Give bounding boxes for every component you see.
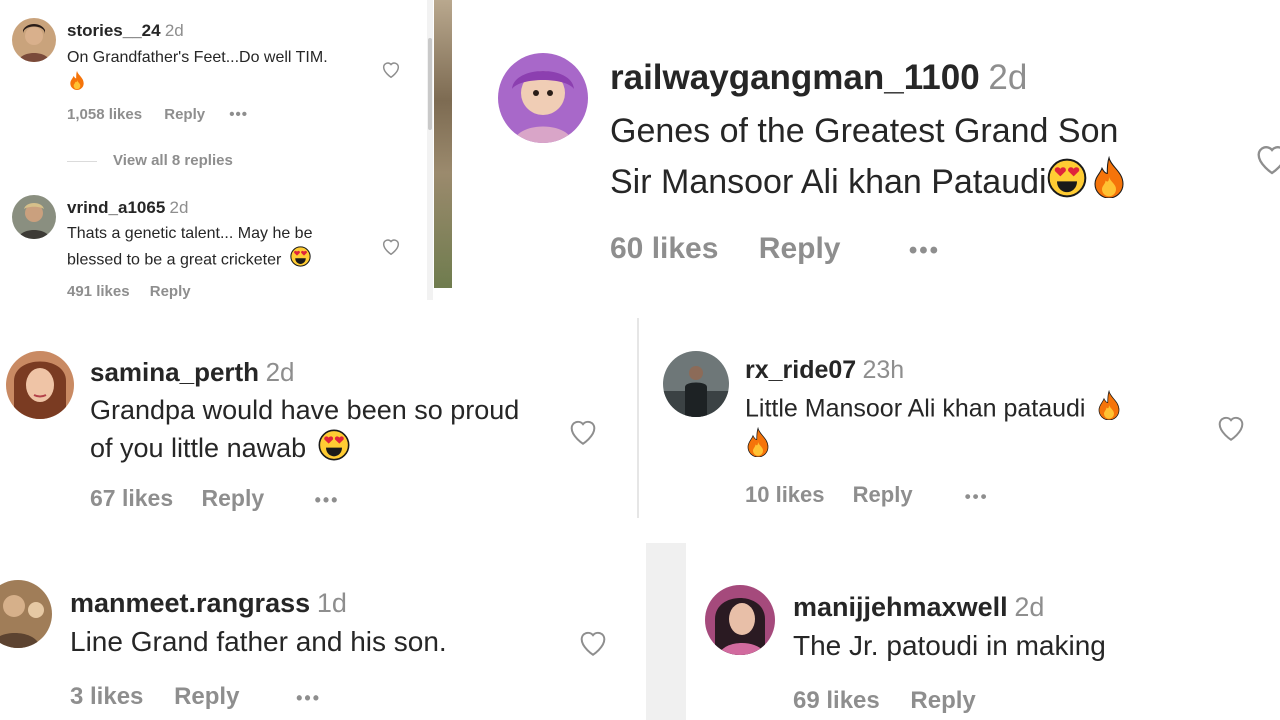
comment-header: vrind_a1065 2d <box>67 198 188 218</box>
heart-eyes-emoji-icon <box>1047 158 1087 198</box>
avatar[interactable] <box>12 195 56 239</box>
likes-count[interactable]: 67 likes <box>90 485 173 512</box>
comment-text-line: Sir Mansoor Ali khan Pataudi <box>610 162 1047 201</box>
heart-eyes-emoji-icon <box>318 429 350 461</box>
comment-actions: 491 likes Reply <box>67 283 191 300</box>
comment-text: Line Grand father and his son. <box>70 624 447 660</box>
scrollbar-thumb[interactable] <box>428 38 432 130</box>
reply-button[interactable]: Reply <box>759 232 841 266</box>
username-link[interactable]: manijjehmaxwell <box>793 592 1008 622</box>
timestamp[interactable]: 23h <box>862 356 904 384</box>
timestamp[interactable]: 2d <box>988 58 1027 97</box>
comment-panel-6: manijjehmaxwell 2d The Jr. patoudi in mak… <box>686 545 1280 720</box>
comment-panel-3: samina_perth 2d Grandpa would have been s… <box>0 330 630 530</box>
fire-emoji-icon <box>68 70 86 90</box>
username-link[interactable]: stories__24 <box>67 21 161 40</box>
comment-text-line: The Jr. patoudi in making <box>793 630 1106 661</box>
likes-count[interactable]: 60 likes <box>610 232 718 266</box>
view-replies-button[interactable]: View all 8 replies <box>113 152 233 169</box>
like-heart-icon[interactable] <box>380 235 402 257</box>
reply-button[interactable]: Reply <box>910 687 975 715</box>
username-link[interactable]: vrind_a1065 <box>67 198 165 217</box>
reply-button[interactable]: Reply <box>164 106 205 123</box>
more-options-button[interactable]: ••• <box>315 490 340 511</box>
like-heart-icon[interactable] <box>1252 138 1280 178</box>
comment-header: rx_ride07 23h <box>745 356 904 385</box>
timestamp[interactable]: 1d <box>317 588 347 618</box>
comment-actions: 10 likes Reply ••• <box>745 482 989 508</box>
comment-item: vrind_a1065 2d Thats a genetic talent... … <box>0 190 430 310</box>
comment-text-line: Genes of the Greatest Grand Son <box>610 112 1119 150</box>
comment-header: manijjehmaxwell 2d <box>793 592 1044 623</box>
comment-header: stories__24 2d <box>67 21 184 41</box>
username-link[interactable]: manmeet.rangrass <box>70 588 310 618</box>
video-preview-strip <box>434 0 452 288</box>
reply-button[interactable]: Reply <box>174 683 239 711</box>
comment-text-line: Thats a genetic talent... May he be <box>67 225 313 242</box>
reply-button[interactable]: Reply <box>853 482 913 508</box>
comment-text-line: blessed to be a great cricketer <box>67 251 282 269</box>
heart-eyes-emoji-icon <box>290 246 311 267</box>
replies-divider <box>67 161 97 162</box>
panel-divider <box>637 318 639 518</box>
like-heart-icon[interactable] <box>1214 410 1248 444</box>
more-options-button[interactable]: ••• <box>229 106 248 123</box>
comment-actions: 69 likes Reply <box>793 687 976 715</box>
avatar[interactable] <box>705 585 775 655</box>
comment-actions: 67 likes Reply ••• <box>90 485 339 512</box>
likes-count[interactable]: 3 likes <box>70 683 143 711</box>
comment-text: Thats a genetic talent... May he be bles… <box>67 221 312 273</box>
comment-text: Little Mansoor Ali khan pataudi <box>745 390 1122 465</box>
username-link[interactable]: samina_perth <box>90 357 259 387</box>
reply-button[interactable]: Reply <box>150 283 191 300</box>
comment-panel-2: railwaygangman_1100 2d Genes of the Great… <box>452 0 1280 300</box>
comment-header: railwaygangman_1100 2d <box>610 58 1027 98</box>
likes-count[interactable]: 1,058 likes <box>67 106 142 123</box>
likes-count[interactable]: 491 likes <box>67 283 130 300</box>
comment-actions: 1,058 likes Reply ••• <box>67 106 248 123</box>
avatar[interactable] <box>0 580 52 648</box>
comment-text-line: of you little nawab <box>90 432 307 463</box>
timestamp[interactable]: 2d <box>1014 592 1044 622</box>
avatar[interactable] <box>6 351 74 419</box>
fire-emoji-icon <box>1096 390 1122 420</box>
comment-text-line: On Grandfather's Feet...Do well TIM. <box>67 49 328 66</box>
timestamp[interactable]: 2d <box>165 21 184 40</box>
like-heart-icon[interactable] <box>576 625 610 659</box>
fire-emoji-icon <box>1091 156 1127 198</box>
comment-header: manmeet.rangrass 1d <box>70 588 347 619</box>
username-link[interactable]: rx_ride07 <box>745 356 856 384</box>
avatar[interactable] <box>498 53 588 143</box>
comment-panel-5: manmeet.rangrass 1d Line Grand father and… <box>0 560 640 720</box>
comment-panel-4: rx_ride07 23h Little Mansoor Ali khan pat… <box>645 320 1280 515</box>
comment-text: On Grandfather's Feet...Do well TIM. <box>67 46 328 96</box>
fire-emoji-icon <box>745 427 771 458</box>
comment-panel-1: stories__24 2d On Grandfather's Feet...Do… <box>0 0 430 315</box>
timestamp[interactable]: 2d <box>170 198 189 217</box>
avatar[interactable] <box>663 351 729 417</box>
comment-actions: 60 likes Reply ••• <box>610 232 940 266</box>
more-options-button[interactable]: ••• <box>965 487 989 507</box>
avatar[interactable] <box>12 18 56 62</box>
comment-actions: 3 likes Reply ••• <box>70 683 321 711</box>
likes-count[interactable]: 69 likes <box>793 687 880 715</box>
comment-item: stories__24 2d On Grandfather's Feet...Do… <box>0 0 430 150</box>
comment-header: samina_perth 2d <box>90 357 295 388</box>
timestamp[interactable]: 2d <box>266 357 295 387</box>
comment-text: Genes of the Greatest Grand Son Sir Mans… <box>610 106 1127 207</box>
likes-count[interactable]: 10 likes <box>745 482 825 508</box>
comment-text-line: Line Grand father and his son. <box>70 626 447 657</box>
comment-text: Grandpa would have been so proud of you … <box>90 392 519 467</box>
comment-text: The Jr. patoudi in making <box>793 628 1106 664</box>
reply-button[interactable]: Reply <box>202 485 265 512</box>
like-heart-icon[interactable] <box>380 58 402 80</box>
more-options-button[interactable]: ••• <box>909 237 940 265</box>
like-heart-icon[interactable] <box>566 414 600 448</box>
comment-text-line: Grandpa would have been so proud <box>90 395 520 425</box>
panel-gap <box>646 543 686 720</box>
more-options-button[interactable]: ••• <box>296 688 321 709</box>
comment-text-line: Little Mansoor Ali khan pataudi <box>745 394 1086 423</box>
username-link[interactable]: railwaygangman_1100 <box>610 58 980 97</box>
